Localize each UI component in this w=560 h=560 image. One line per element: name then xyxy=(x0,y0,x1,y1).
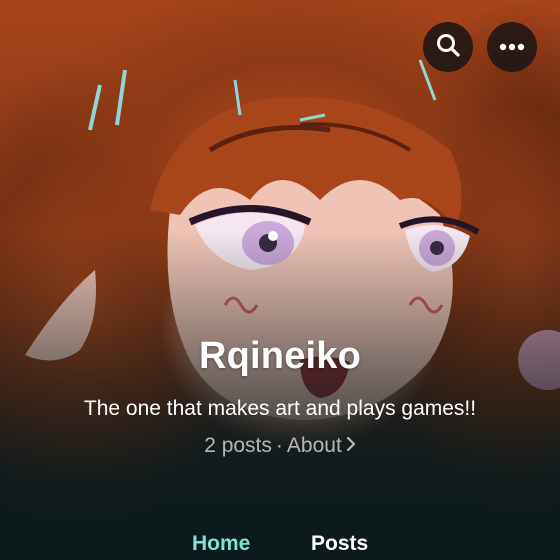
about-link[interactable]: About xyxy=(287,434,356,458)
profile-header: Rqineiko The one that makes art and play… xyxy=(0,0,560,560)
profile-bio: The one that makes art and plays games!! xyxy=(83,397,477,420)
more-options-button[interactable] xyxy=(487,22,537,72)
tab-home[interactable]: Home xyxy=(192,532,250,556)
profile-meta: 2 posts · About xyxy=(0,434,560,458)
header-gradient-overlay xyxy=(0,230,560,560)
posts-count[interactable]: 2 posts xyxy=(204,434,272,458)
chevron-right-icon xyxy=(346,434,356,458)
profile-name: Rqineiko xyxy=(198,335,362,377)
tab-posts[interactable]: Posts xyxy=(311,532,368,556)
about-label: About xyxy=(286,434,342,457)
profile-tabs: Home Posts xyxy=(0,528,560,560)
search-button[interactable] xyxy=(423,22,473,72)
more-horizontal-icon xyxy=(499,38,525,56)
search-icon xyxy=(435,32,461,63)
meta-separator: · xyxy=(275,434,283,457)
